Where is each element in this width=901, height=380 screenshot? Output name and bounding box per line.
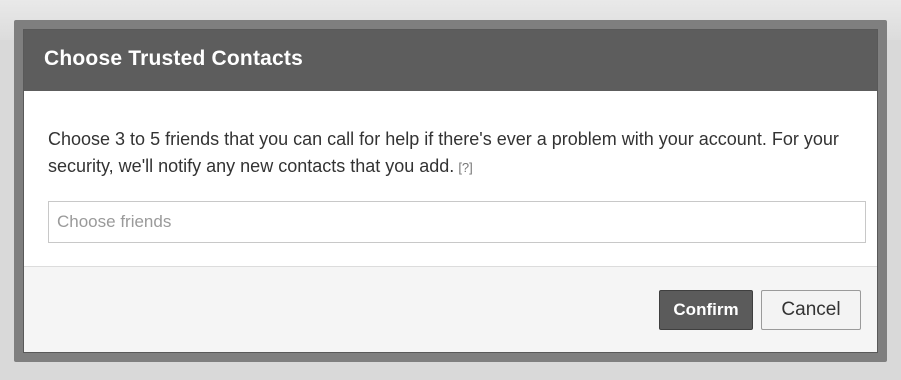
dialog-overlay: Choose Trusted Contacts Choose 3 to 5 fr…: [14, 20, 887, 362]
message-text: Choose 3 to 5 friends that you can call …: [48, 129, 839, 176]
cancel-button[interactable]: Cancel: [761, 289, 861, 330]
confirm-button[interactable]: Confirm: [659, 289, 753, 330]
dialog-title: Choose Trusted Contacts: [44, 47, 303, 70]
dialog-header: Choose Trusted Contacts: [24, 30, 877, 91]
trusted-contacts-dialog: Choose Trusted Contacts Choose 3 to 5 fr…: [23, 29, 878, 353]
help-link[interactable]: [?]: [458, 160, 472, 175]
dialog-message: Choose 3 to 5 friends that you can call …: [48, 126, 868, 181]
dialog-body: Choose 3 to 5 friends that you can call …: [24, 91, 877, 266]
dialog-footer: Confirm Cancel: [24, 266, 877, 352]
choose-friends-input[interactable]: [48, 201, 866, 243]
